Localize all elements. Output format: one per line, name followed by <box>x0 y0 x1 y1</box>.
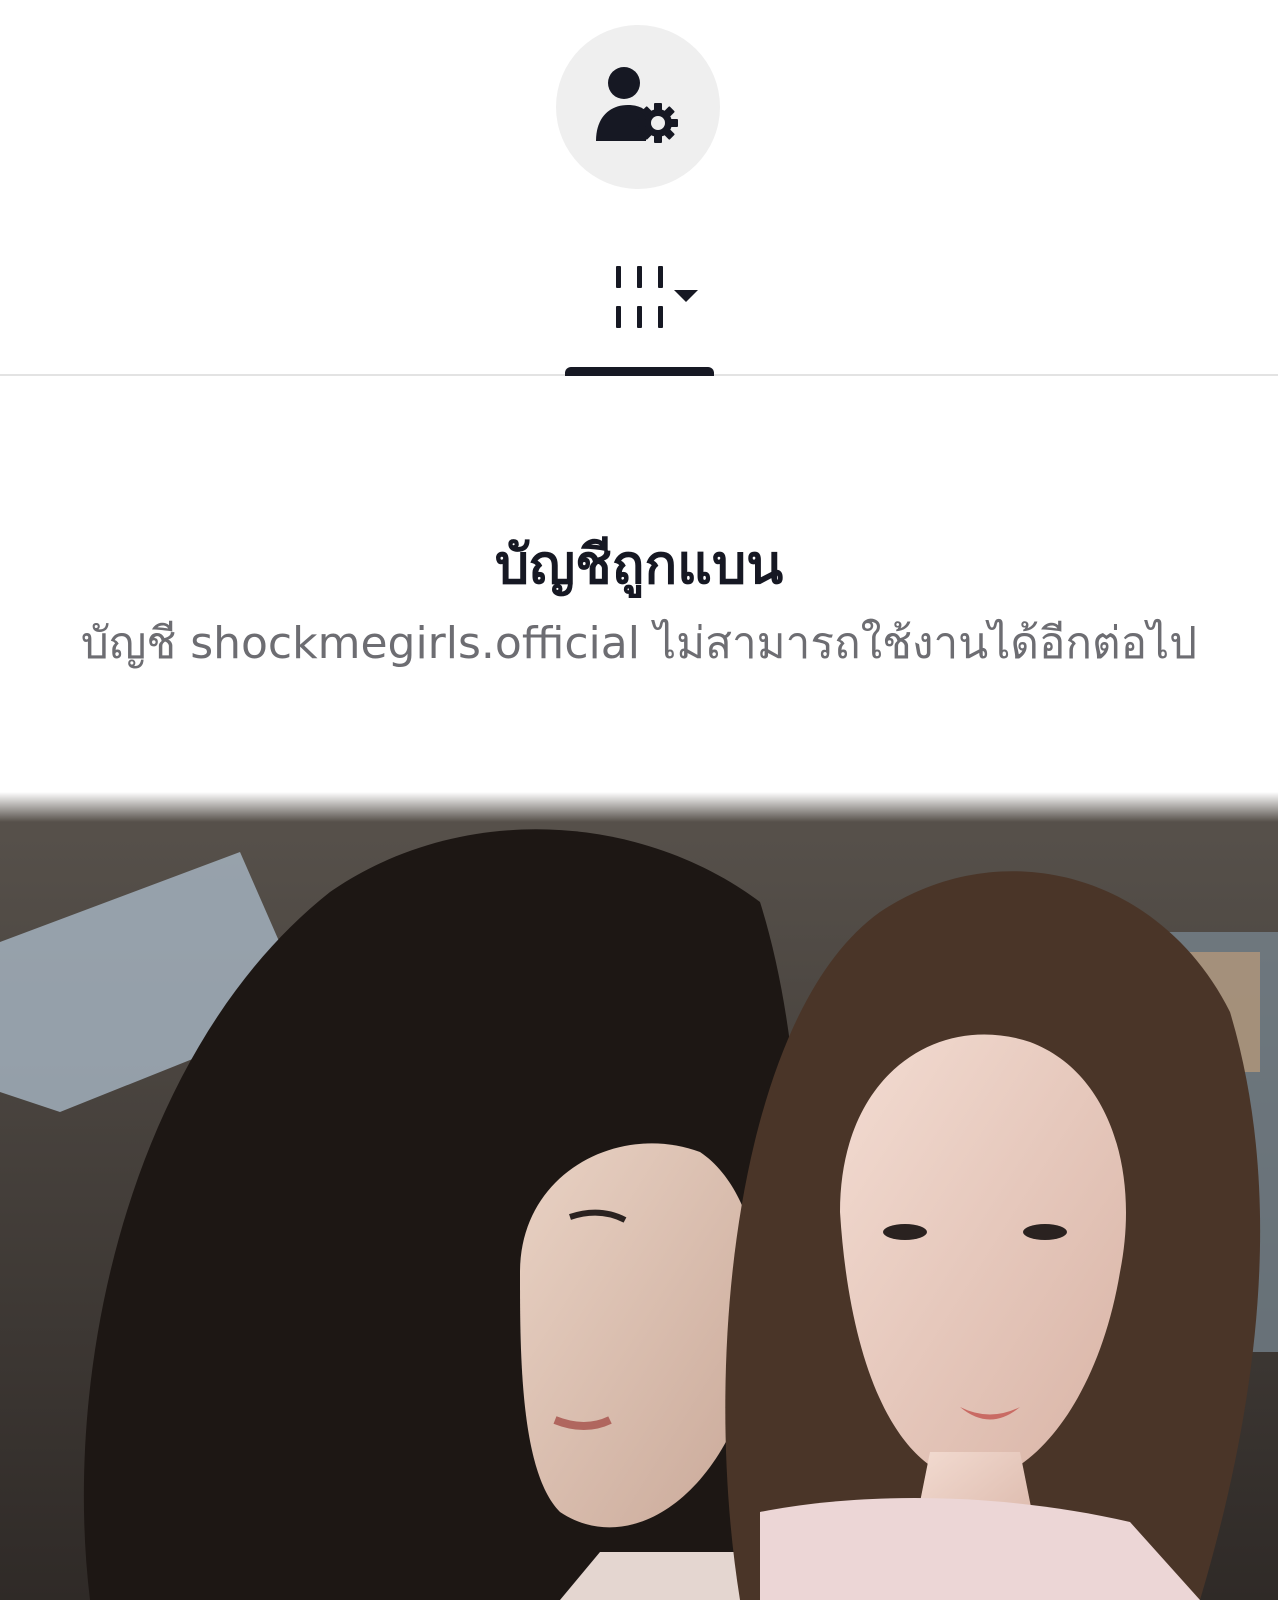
photo-top-fade <box>0 792 1278 822</box>
user-gear-icon <box>592 65 684 149</box>
default-avatar[interactable] <box>556 25 720 189</box>
profile-tab-bar <box>0 240 1278 376</box>
active-tab-indicator <box>565 367 714 376</box>
tab-videos-grid[interactable] <box>586 260 716 340</box>
banned-notice: บัญชีถูกแบน บัญชี shockmegirls.official … <box>0 528 1278 672</box>
photo-image <box>0 792 1278 1600</box>
grid-dropdown-icon <box>596 262 706 338</box>
banned-message: บัญชี shockmegirls.official ไม่สามารถใช้… <box>80 618 1198 669</box>
banned-title: บัญชีถูกแบน <box>494 533 784 596</box>
